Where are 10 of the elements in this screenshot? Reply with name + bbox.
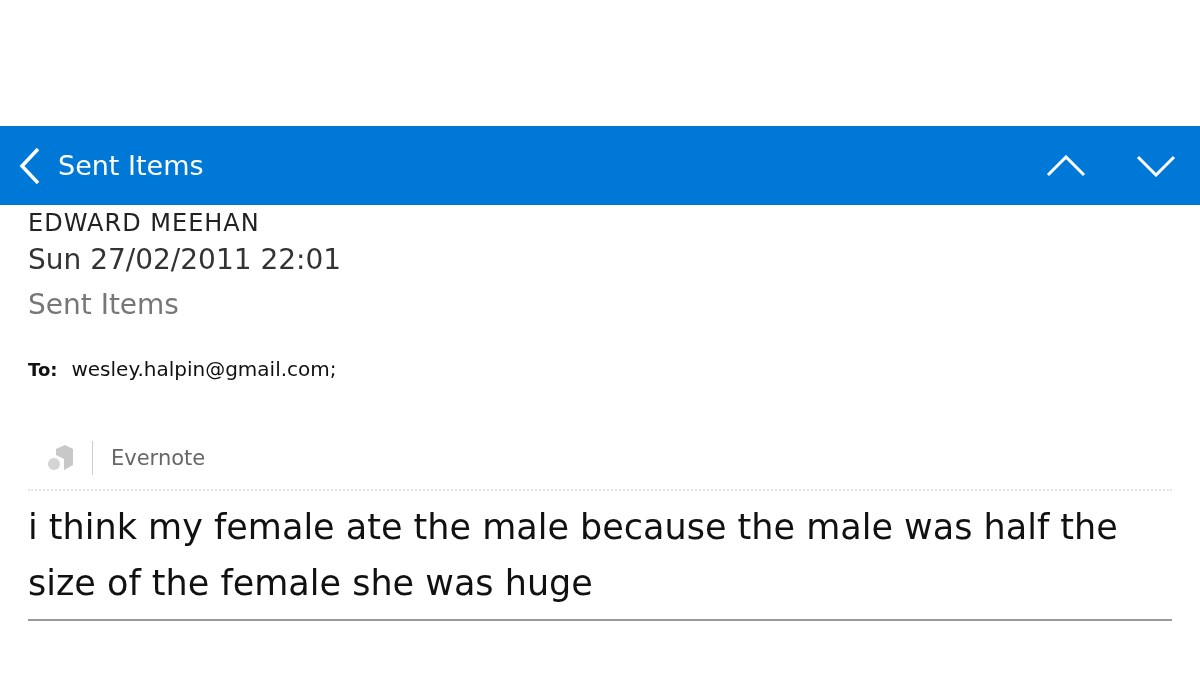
back-icon bbox=[18, 145, 42, 186]
message-body: i think my female ate the male because the male was half the size of the female she was huge bbox=[28, 506, 1119, 605]
recipient-address: wesley.halpin@gmail.com; bbox=[71, 357, 337, 381]
to-label: To: bbox=[28, 359, 58, 380]
addin-name[interactable]: Evernote bbox=[111, 446, 206, 470]
folder-name: Sent Items bbox=[28, 288, 180, 321]
cube-icon bbox=[46, 445, 74, 471]
back-button[interactable]: Sent Items bbox=[18, 145, 204, 186]
sent-date: Sun 27/02/2011 22:01 bbox=[28, 243, 343, 276]
sender-name: EDWARD MEEHAN bbox=[28, 209, 261, 237]
